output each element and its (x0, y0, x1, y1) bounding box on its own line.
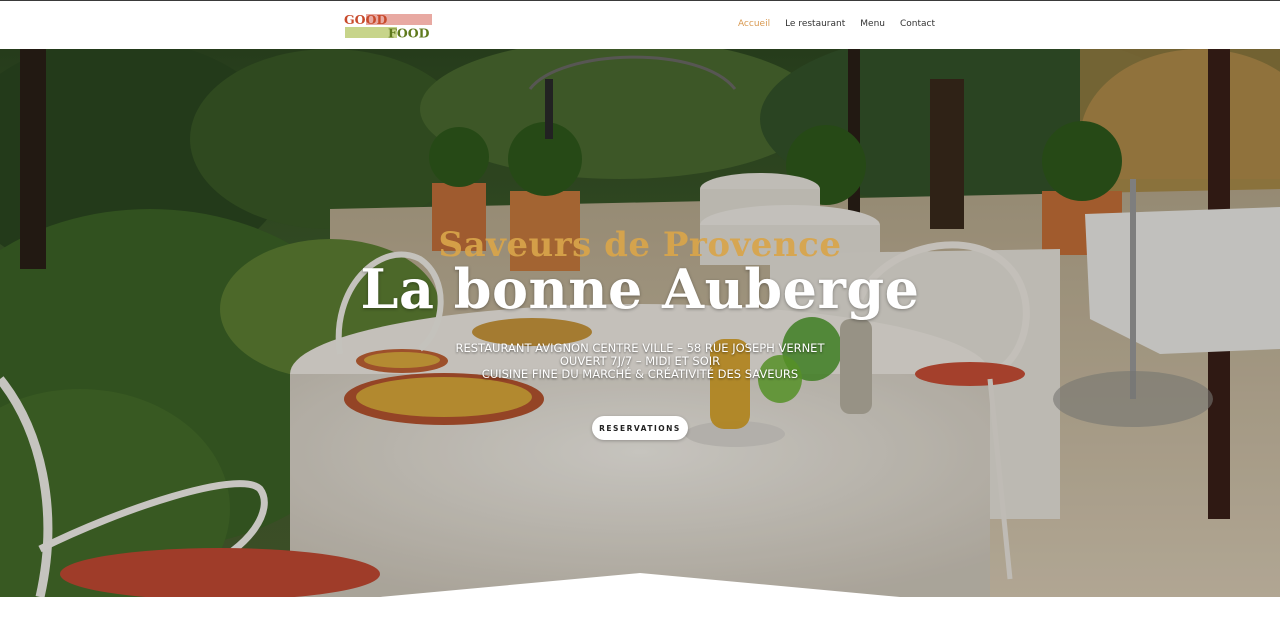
logo-line1: GOOD (344, 13, 387, 27)
logo-line2: FOOD (388, 26, 430, 40)
hero-overlay (0, 49, 1280, 597)
nav-contact[interactable]: Contact (900, 19, 935, 29)
hero-title: La bonne Auberge (360, 257, 920, 321)
hero-bottom-divider (380, 573, 900, 597)
hero-section: Saveurs de Provence La bonne Auberge RES… (0, 49, 1280, 597)
nav-le-restaurant[interactable]: Le restaurant (785, 19, 845, 29)
good-food-logo[interactable]: GOOD FOOD (344, 13, 434, 39)
logo-graphic: GOOD FOOD (344, 13, 432, 40)
reservations-button[interactable]: RESERVATIONS (592, 416, 688, 440)
nav-menu[interactable]: Menu (860, 19, 885, 29)
content-area (0, 597, 1280, 643)
main-nav: Accueil Le restaurant Menu Contact (723, 19, 935, 29)
nav-accueil[interactable]: Accueil (738, 19, 770, 29)
hero-info: RESTAURANT AVIGNON CENTRE VILLE – 58 RUE… (0, 342, 1280, 381)
info-cuisine: CUISINE FINE DU MARCHÉ & CRÉATIVITÉ DES … (481, 367, 799, 381)
site-header: GOOD FOOD Accueil Le restaurant Menu Con… (0, 1, 1280, 49)
